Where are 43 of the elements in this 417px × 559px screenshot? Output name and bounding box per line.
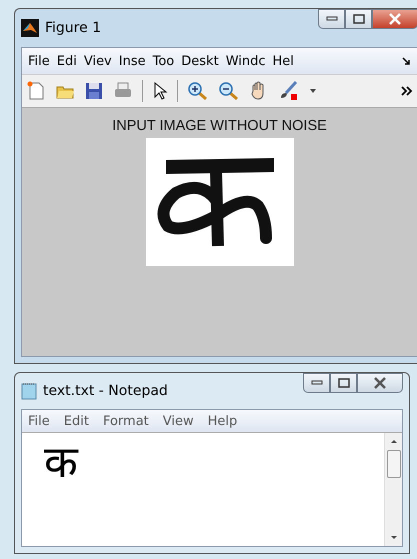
minimize-button[interactable] [318, 9, 345, 29]
menu-item[interactable]: Deskt [181, 54, 219, 68]
overflow-arrow-icon[interactable] [401, 56, 411, 66]
minimize-icon [326, 16, 338, 22]
menu-item[interactable]: File [28, 54, 50, 68]
app-icon [21, 19, 39, 37]
notepad-icon [21, 382, 37, 400]
pointer-icon[interactable] [152, 81, 168, 101]
menu-item[interactable]: Help [208, 414, 238, 428]
maximize-icon [338, 378, 350, 388]
more-tools-icon[interactable] [401, 86, 413, 96]
close-button[interactable] [357, 373, 403, 393]
close-icon [388, 13, 402, 25]
menu-item[interactable]: Too [152, 54, 174, 68]
menu-item[interactable]: Edi [56, 54, 77, 68]
window-title: Figure 1 [45, 20, 102, 36]
scroll-down-icon[interactable] [390, 535, 398, 540]
menu-item[interactable]: File [28, 414, 50, 428]
close-button[interactable] [372, 9, 417, 29]
zoom-out-icon[interactable] [218, 81, 240, 101]
axes-title: INPUT IMAGE WITHOUT NOISE [112, 118, 327, 134]
maximize-button[interactable] [330, 373, 357, 393]
text-content: क [43, 436, 80, 490]
scroll-up-icon[interactable] [390, 439, 398, 444]
menu-item[interactable]: Windc [226, 54, 266, 68]
menu-item[interactable]: Edit [64, 414, 89, 428]
minimize-button[interactable] [303, 373, 330, 393]
menu-item[interactable]: Inse [118, 54, 146, 68]
maximize-icon [352, 14, 364, 24]
brush-icon[interactable] [278, 81, 300, 101]
zoom-in-icon[interactable] [187, 81, 209, 101]
scroll-thumb[interactable] [386, 450, 400, 478]
new-file-icon[interactable] [26, 81, 46, 101]
dropdown-arrow-icon[interactable] [309, 88, 317, 94]
menu-item[interactable]: View [162, 414, 194, 428]
minimize-icon [310, 380, 322, 386]
maximize-button[interactable] [345, 9, 372, 29]
close-icon [373, 377, 387, 389]
menu-item[interactable]: Format [102, 414, 149, 428]
window-title: text.txt - Notepad [43, 383, 168, 399]
scrollbar[interactable] [384, 433, 402, 546]
menu-item[interactable]: Viev [84, 54, 112, 68]
menu-item[interactable]: Hel [272, 54, 294, 68]
